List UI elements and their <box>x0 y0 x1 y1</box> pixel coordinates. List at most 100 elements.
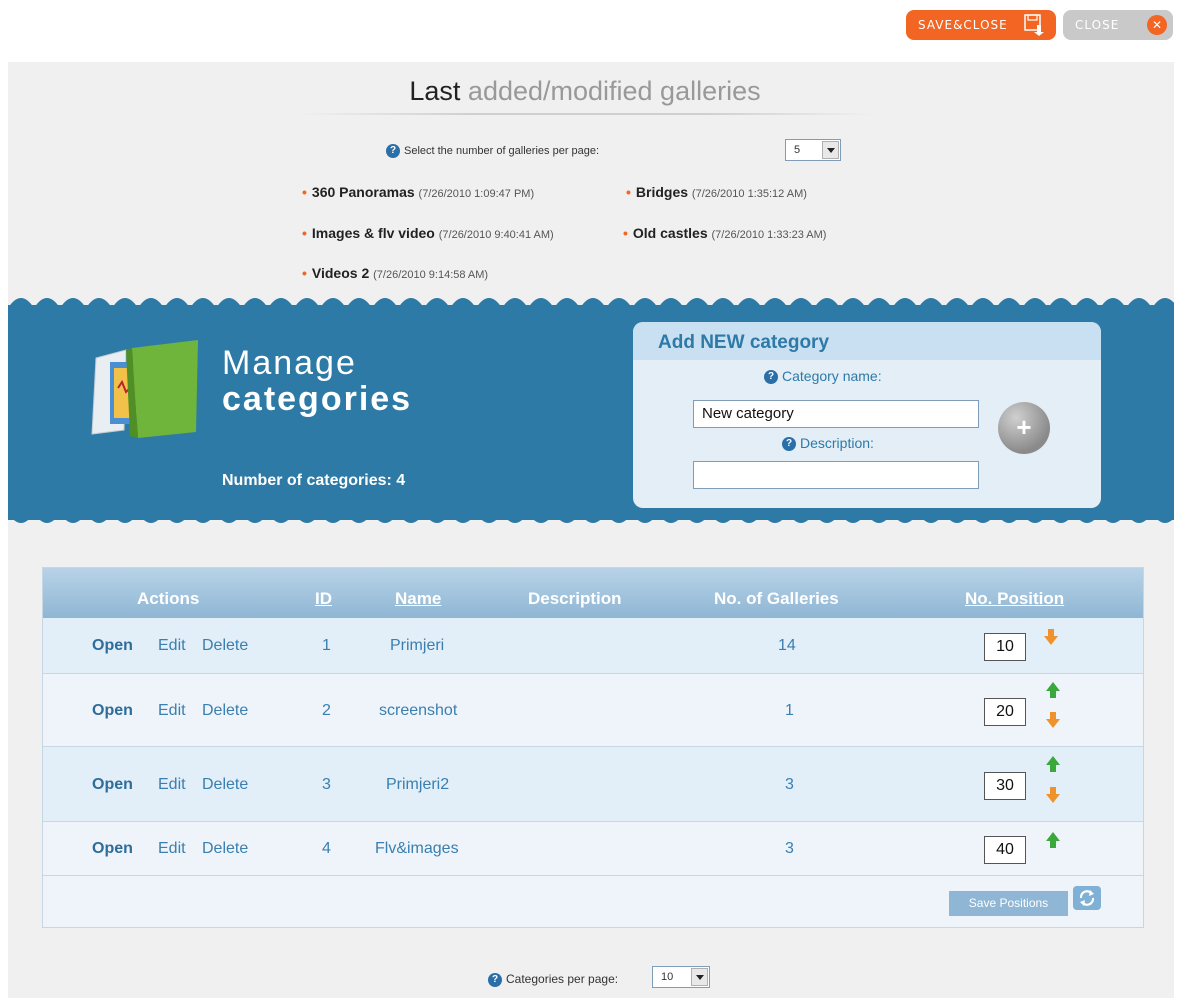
save-positions-button[interactable]: Save Positions <box>949 891 1068 916</box>
chevron-down-icon[interactable] <box>691 968 708 986</box>
bullet-icon: • <box>302 225 307 241</box>
position-input[interactable]: 20 <box>984 698 1026 726</box>
refresh-icon[interactable] <box>1073 886 1101 910</box>
galleries-per-page-value: 5 <box>794 144 801 156</box>
help-icon: ? <box>764 370 778 385</box>
categories-table: Actions ID Name Description No. of Galle… <box>42 567 1144 928</box>
add-category-heading: Add NEW category <box>633 322 1101 360</box>
edit-link[interactable]: Edit <box>158 637 186 655</box>
edit-link[interactable]: Edit <box>158 702 186 720</box>
gallery-link[interactable]: • Videos 2 (7/26/2010 9:14:58 AM) <box>302 265 488 281</box>
category-id: 2 <box>322 702 331 719</box>
open-link[interactable]: Open <box>92 637 133 655</box>
help-icon: ? <box>386 144 400 158</box>
save-close-label: SAVE&CLOSE <box>918 18 1008 32</box>
save-icon <box>1024 14 1044 36</box>
save-close-button[interactable]: SAVE&CLOSE <box>906 10 1056 40</box>
arrow-down-icon[interactable] <box>1046 787 1060 803</box>
open-link[interactable]: Open <box>92 776 133 794</box>
gallery-date: (7/26/2010 1:35:12 AM) <box>691 188 807 200</box>
arrow-up-icon[interactable] <box>1046 756 1060 772</box>
add-category-button[interactable]: + <box>998 402 1050 454</box>
title-divider <box>300 113 875 115</box>
gallery-count: 1 <box>785 702 794 719</box>
bullet-icon: • <box>302 184 307 200</box>
delete-link[interactable]: Delete <box>202 776 248 794</box>
description-label: ? Description: <box>782 435 874 452</box>
description-label-text: Description: <box>800 435 874 451</box>
gallery-link[interactable]: • 360 Panoramas (7/26/2010 1:09:47 PM) <box>302 184 534 200</box>
category-name: Flv&images <box>375 840 459 857</box>
position-input[interactable]: 30 <box>984 772 1026 800</box>
gallery-count: 3 <box>785 776 794 793</box>
edit-link[interactable]: Edit <box>158 840 186 858</box>
title-line-2: categories <box>222 380 413 418</box>
categories-per-page-row: ? Categories per page: <box>488 972 618 987</box>
table-row: Open Edit Delete 4 Flv&images 3 40 <box>43 822 1143 876</box>
gallery-link[interactable]: • Old castles (7/26/2010 1:33:23 AM) <box>623 225 826 241</box>
close-button[interactable]: CLOSE ✕ <box>1063 10 1173 40</box>
gallery-link[interactable]: • Bridges (7/26/2010 1:35:12 AM) <box>626 184 807 200</box>
category-name: screenshot <box>379 702 458 719</box>
gallery-date: (7/26/2010 9:40:41 AM) <box>438 229 554 241</box>
edit-link[interactable]: Edit <box>158 776 186 794</box>
categories-book-icon <box>91 340 198 438</box>
gallery-link[interactable]: • Images & flv video (7/26/2010 9:40:41 A… <box>302 225 554 241</box>
add-category-form: Add NEW category ? Category name: New cat… <box>633 322 1101 508</box>
gallery-date: (7/26/2010 1:33:23 AM) <box>711 229 827 241</box>
galleries-per-page-label: Select the number of galleries per page: <box>404 144 600 157</box>
delete-link[interactable]: Delete <box>202 702 248 720</box>
description-input[interactable] <box>693 461 979 489</box>
gallery-count: 3 <box>785 840 794 857</box>
bullet-icon: • <box>302 265 307 281</box>
bullet-icon: • <box>626 184 631 200</box>
category-name-label: ? Category name: <box>764 368 882 385</box>
title-rest: added/modified galleries <box>467 76 761 106</box>
arrow-up-icon[interactable] <box>1046 832 1060 848</box>
delete-link[interactable]: Delete <box>202 637 248 655</box>
arrow-down-icon[interactable] <box>1044 629 1058 645</box>
help-icon: ? <box>488 972 502 987</box>
categories-per-page-label: Categories per page: <box>506 972 619 986</box>
delete-link[interactable]: Delete <box>202 840 248 858</box>
gallery-date: (7/26/2010 1:09:47 PM) <box>418 188 535 200</box>
table-header: Actions ID Name Description No. of Galle… <box>43 568 1143 618</box>
position-input[interactable]: 40 <box>984 836 1026 864</box>
gallery-count: 14 <box>778 637 796 654</box>
category-name-label-text: Category name: <box>782 368 882 384</box>
arrow-up-icon[interactable] <box>1046 682 1060 698</box>
category-name: Primjeri2 <box>386 776 450 793</box>
bullet-icon: • <box>623 225 628 241</box>
position-input[interactable]: 10 <box>984 633 1026 661</box>
gallery-name[interactable]: Bridges <box>636 184 688 200</box>
categories-per-page-value: 10 <box>661 971 674 983</box>
close-label: CLOSE <box>1075 18 1120 32</box>
manage-categories-title: Manage categories <box>222 345 412 417</box>
gallery-name[interactable]: Videos 2 <box>312 265 369 281</box>
gallery-name[interactable]: Old castles <box>633 225 708 241</box>
category-id: 1 <box>322 637 331 654</box>
category-name: Primjeri <box>390 637 445 654</box>
table-row: Open Edit Delete 1 Primjeri 14 10 <box>43 618 1143 674</box>
gallery-name[interactable]: Images & flv video <box>312 225 435 241</box>
title-line-1: Manage <box>222 344 357 382</box>
banner-scallop-bottom <box>8 513 1174 529</box>
table-row: Open Edit Delete 3 Primjeri2 3 30 <box>43 747 1143 822</box>
category-id: 4 <box>322 840 331 857</box>
close-icon: ✕ <box>1147 15 1167 35</box>
category-name-input[interactable]: New category <box>693 400 979 428</box>
last-galleries-title: Last added/modified galleries <box>300 76 870 107</box>
chevron-down-icon[interactable] <box>822 141 839 159</box>
open-link[interactable]: Open <box>92 840 133 858</box>
arrow-down-icon[interactable] <box>1046 712 1060 728</box>
title-bold: Last <box>409 76 461 106</box>
galleries-per-page-row: ? Select the number of galleries per page… <box>386 144 599 158</box>
gallery-name[interactable]: 360 Panoramas <box>312 184 415 200</box>
help-icon: ? <box>782 437 796 452</box>
open-link[interactable]: Open <box>92 702 133 720</box>
categories-count: Number of categories: 4 <box>222 472 406 489</box>
gallery-date: (7/26/2010 9:14:58 AM) <box>373 269 489 281</box>
galleries-per-page-select[interactable]: 5 <box>785 139 841 161</box>
categories-per-page-select[interactable]: 10 <box>652 966 710 988</box>
category-id: 3 <box>322 776 331 793</box>
